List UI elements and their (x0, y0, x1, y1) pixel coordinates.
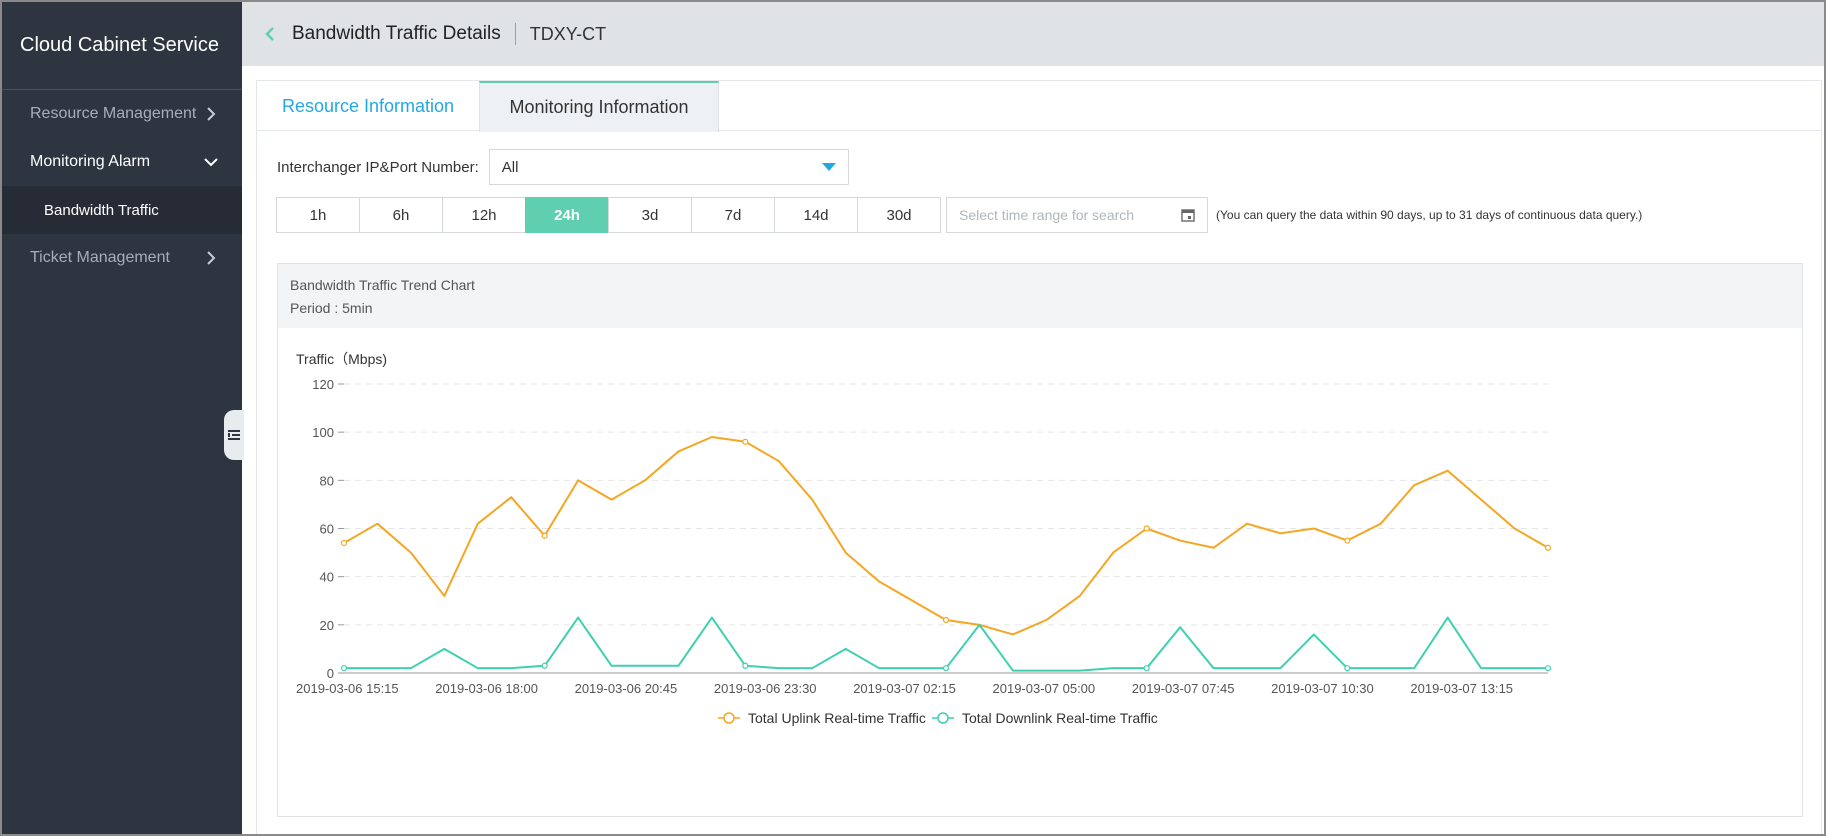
data-point (942, 616, 950, 624)
chevron-right-icon (207, 107, 216, 121)
x-tick-label: 2019-03-07 02:15 (853, 681, 956, 696)
trend-chart-panel: Bandwidth Traffic Trend Chart Period : 5… (277, 263, 1803, 817)
sidebar-item-resource-management[interactable]: Resource Management (2, 90, 242, 138)
back-button[interactable] (258, 22, 282, 46)
legend-swatch-marker (937, 712, 949, 724)
data-point (1143, 525, 1150, 532)
sidebar-item-label: Ticket Management (30, 249, 170, 266)
sidebar-item-label: Bandwidth Traffic (44, 201, 159, 219)
x-tick-label: 2019-03-07 10:30 (1271, 681, 1374, 696)
range-button-1h[interactable]: 1h (276, 197, 360, 233)
select-value: All (501, 158, 519, 176)
interchanger-filter: Interchanger IP&Port Number: All (277, 149, 849, 185)
sidebar-item-monitoring-alarm[interactable]: Monitoring Alarm (2, 138, 242, 186)
data-point (541, 532, 548, 539)
x-tick-label: 2019-03-06 23:30 (714, 681, 817, 696)
chevron-right-icon (207, 251, 216, 265)
time-range-group: 1h 6h 12h 24h 3d 7d 14d 30d Select time … (276, 197, 1643, 233)
range-button-6h[interactable]: 6h (359, 197, 443, 233)
interchanger-select[interactable]: All (488, 149, 849, 185)
chevron-left-icon (265, 27, 274, 41)
y-tick-label: 100 (312, 425, 334, 440)
sidebar-item-bandwidth-traffic[interactable]: Bandwidth Traffic (2, 186, 242, 234)
data-point (1544, 544, 1552, 551)
filter-label: Interchanger IP&Port Number: (277, 158, 479, 176)
y-tick-label: 40 (320, 570, 334, 585)
range-button-3d[interactable]: 3d (608, 197, 692, 233)
tab-monitoring-information[interactable]: Monitoring Information (479, 81, 719, 132)
x-tick-label: 2019-03-07 07:45 (1132, 681, 1235, 696)
y-tick-label: 80 (320, 473, 334, 488)
y-tick-label: 0 (327, 666, 334, 681)
calendar-icon (1181, 209, 1195, 222)
range-button-7d[interactable]: 7d (691, 197, 775, 233)
x-tick-label: 2019-03-07 05:00 (993, 681, 1096, 696)
data-point (1143, 665, 1150, 672)
x-tick-label: 2019-03-06 18:00 (435, 681, 538, 696)
range-button-14d[interactable]: 14d (774, 197, 858, 233)
data-point (340, 539, 348, 547)
range-button-24h[interactable]: 24h (525, 197, 609, 233)
range-button-12h[interactable]: 12h (442, 197, 526, 233)
header-divider (514, 23, 516, 45)
traffic-line-chart: Traffic（Mbps) 0 20 40 60 80 100 120 2019-03-06 1… (296, 351, 1552, 726)
dropdown-caret-icon (821, 163, 836, 171)
x-tick-label: 2019-03-06 20:45 (575, 681, 678, 696)
chevron-down-icon (204, 158, 218, 167)
chart-period: Period : 5min (290, 300, 373, 316)
page-title: Bandwidth Traffic Details (292, 23, 501, 44)
menu-collapse-icon (228, 430, 240, 440)
x-tick-label: 2019-03-07 13:15 (1410, 681, 1513, 696)
data-point (1344, 537, 1351, 544)
range-button-30d[interactable]: 30d (857, 197, 941, 233)
data-point (742, 662, 749, 669)
tab-bar: Resource Information Monitoring Informat… (257, 81, 1821, 132)
content-card: Resource Information Monitoring Informat… (256, 80, 1822, 834)
sidebar-item-label: Monitoring Alarm (30, 153, 151, 170)
sidebar-item-label: Resource Management (30, 105, 197, 122)
brand-title: Cloud Cabinet Service (2, 2, 242, 90)
data-point (1544, 665, 1552, 672)
page-subtitle: TDXY-CT (529, 23, 607, 44)
data-point (541, 662, 548, 669)
series-line-downlink (344, 616, 1548, 672)
query-hint: (You can query the data within 90 days, … (1216, 208, 1643, 222)
data-point (942, 665, 950, 672)
y-tick-label: 20 (320, 618, 334, 633)
x-tick-label: 2019-03-06 15:15 (296, 681, 399, 696)
time-range-placeholder: Select time range for search (959, 207, 1135, 223)
chart-header: Bandwidth Traffic Trend Chart Period : 5… (278, 264, 1802, 328)
page-header: Bandwidth Traffic Details TDXY-CT (242, 2, 1824, 66)
data-point (742, 438, 749, 445)
series-line-uplink (343, 435, 1549, 636)
legend-label-downlink: Total Downlink Real-time Traffic (962, 710, 1158, 726)
y-tick-label: 60 (320, 522, 334, 537)
sidebar-item-ticket-management[interactable]: Ticket Management (2, 234, 242, 282)
data-point (340, 665, 348, 672)
app-window: Cloud Cabinet Service Resource Managemen… (0, 0, 1826, 836)
legend-swatch-marker (723, 712, 735, 724)
y-tick-label: 120 (312, 377, 334, 392)
time-range-search-input[interactable]: Select time range for search (946, 197, 1208, 233)
data-point (1344, 665, 1351, 672)
y-axis-label: Traffic（Mbps) (296, 351, 387, 367)
sidebar-collapse-handle[interactable] (224, 410, 244, 460)
tab-resource-information[interactable]: Resource Information (257, 81, 479, 131)
legend-label-uplink: Total Uplink Real-time Traffic (748, 710, 926, 726)
sidebar: Cloud Cabinet Service Resource Managemen… (2, 2, 242, 834)
chart-panel-title: Bandwidth Traffic Trend Chart (290, 277, 475, 293)
